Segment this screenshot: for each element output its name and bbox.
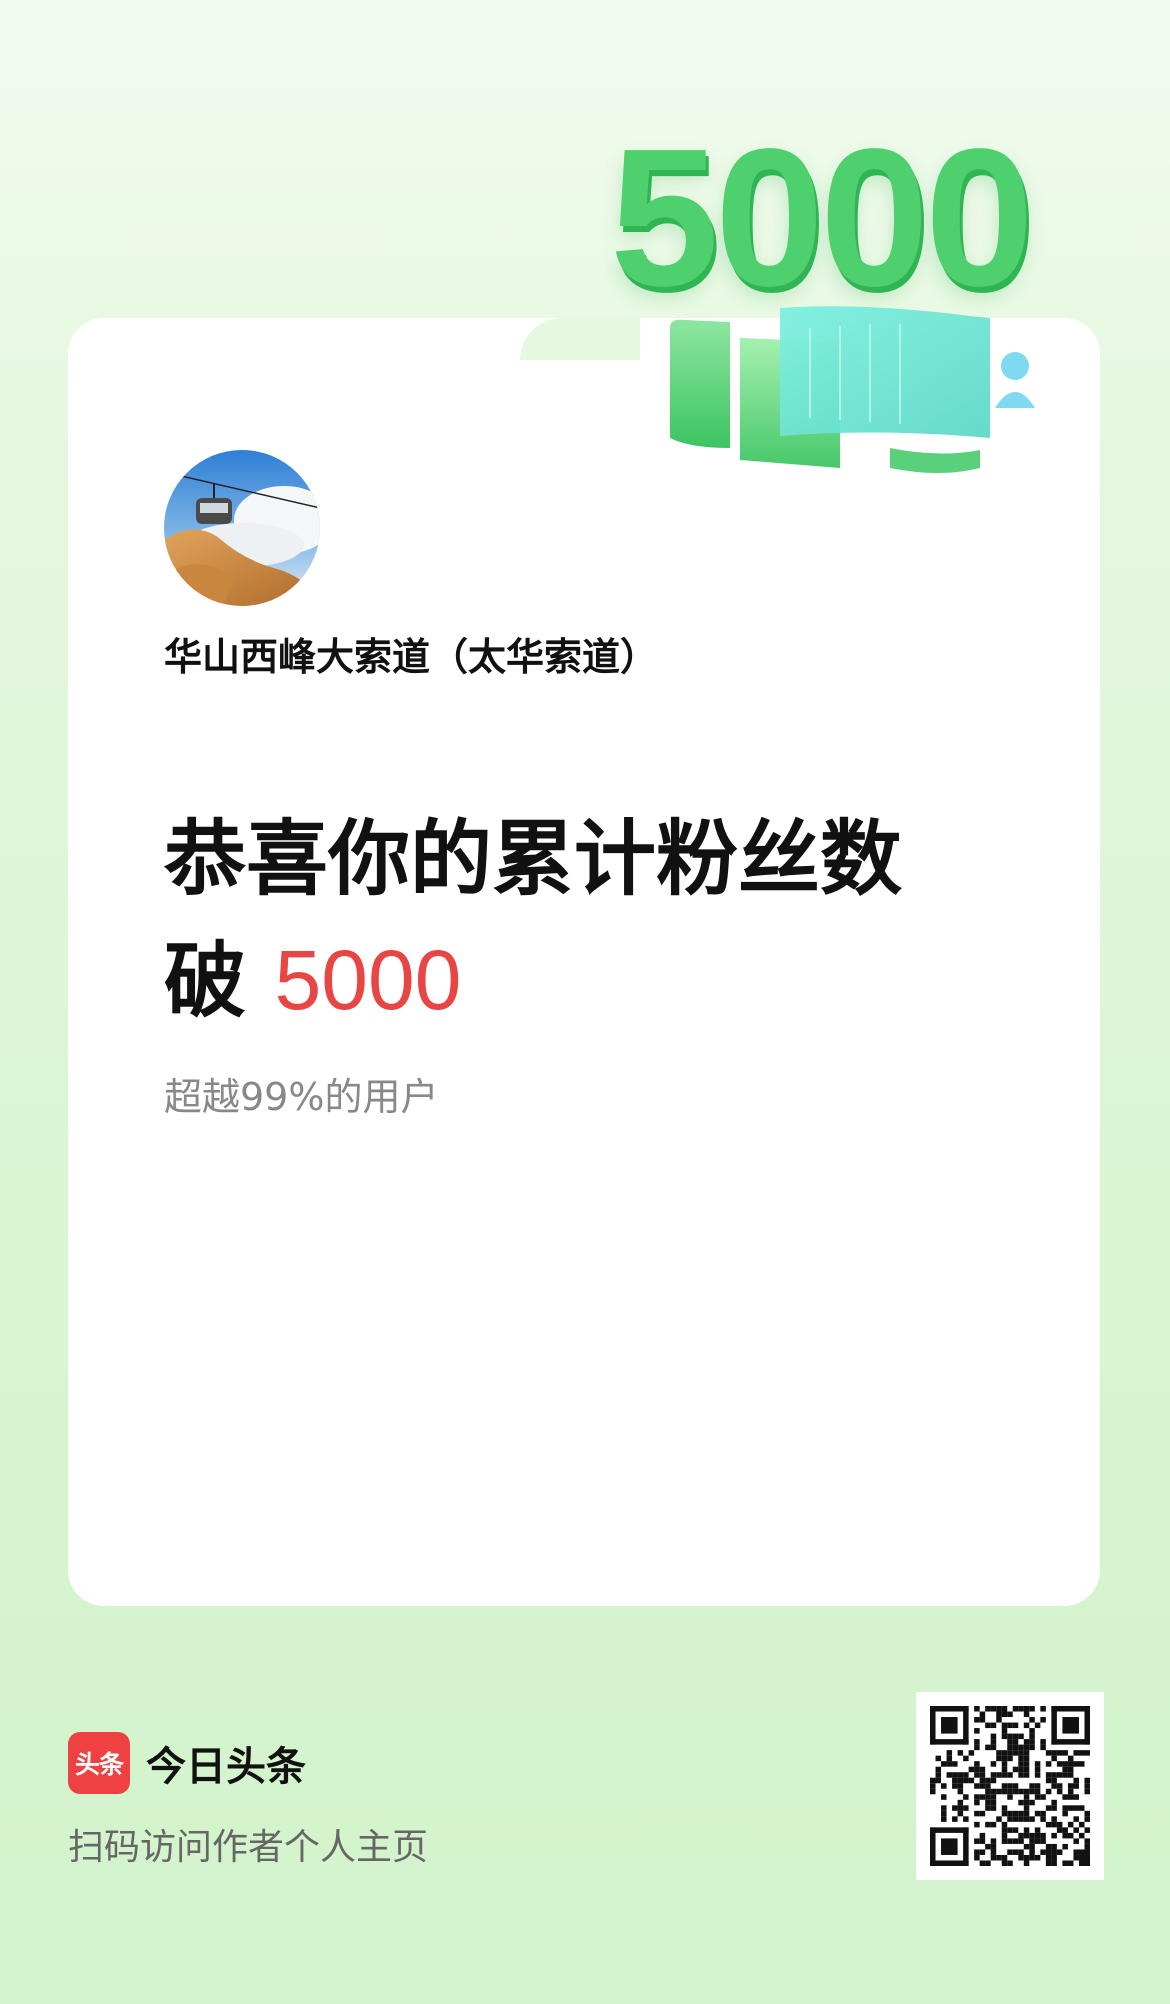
author-name[interactable]: 华山西峰大索道（太华索道）: [164, 626, 658, 681]
milestone-headline: 恭喜你的累计粉丝数 破 5000: [164, 800, 1024, 1042]
percentile-text: 超越99%的用户: [164, 1075, 439, 1119]
brand: 头条 今日头条: [68, 1732, 306, 1794]
qr-code-icon: [916, 1692, 1104, 1880]
follower-count: 5000: [274, 933, 462, 1027]
headline-line2: 破 5000: [164, 920, 1024, 1042]
qr-code[interactable]: [916, 1692, 1104, 1880]
cable-car-avatar-icon: [164, 450, 320, 606]
headline-line1: 恭喜你的累计粉丝数: [164, 812, 903, 907]
headline-prefix: 破: [164, 934, 247, 1029]
ribbon-icon: [670, 306, 1035, 473]
scan-hint: 扫码访问作者个人主页: [68, 1827, 429, 1868]
badge-number: 5000: [610, 108, 1034, 327]
milestone-badge: 5000: [610, 120, 1080, 480]
avatar[interactable]: [164, 450, 320, 606]
toutiao-logo-icon: 头条: [68, 1732, 130, 1794]
brand-name: 今日头条: [146, 1744, 306, 1790]
